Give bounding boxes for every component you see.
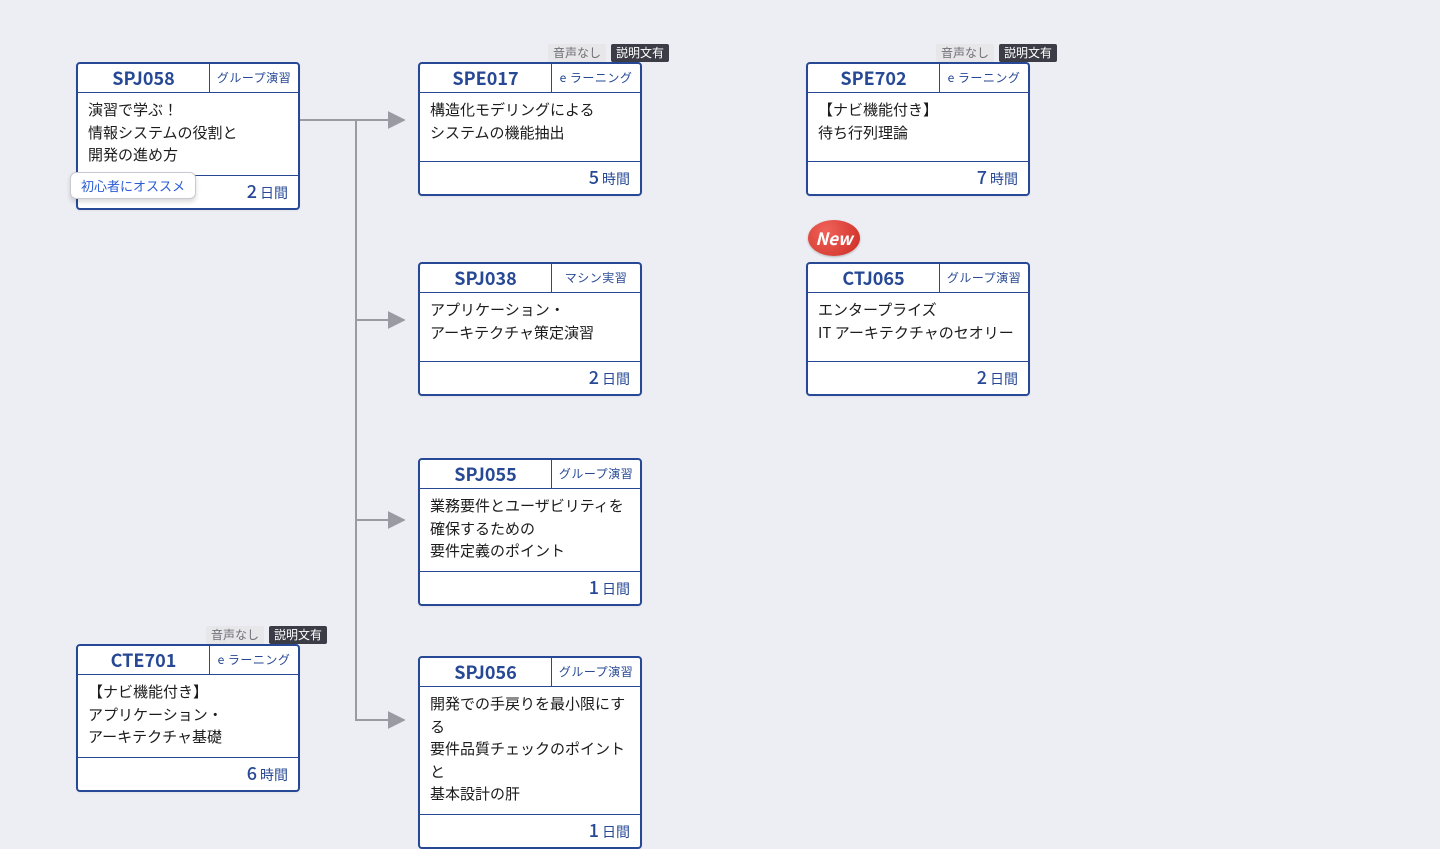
course-duration: 2 日間 — [808, 361, 1028, 394]
duration-number: 6 — [247, 760, 257, 786]
new-badge: New — [808, 220, 860, 256]
course-card-spj056[interactable]: SPJ056 グループ演習 開発での手戻りを最小限にする要件品質チェックのポイン… — [418, 656, 642, 849]
course-duration: 6 時間 — [78, 757, 298, 790]
duration-unit: 日間 — [602, 579, 630, 599]
course-code: SPJ056 — [420, 658, 551, 686]
duration-number: 2 — [977, 364, 987, 390]
course-title: 構造化モデリングによるシステムの機能抽出 — [420, 93, 640, 161]
course-duration: 1 日間 — [420, 571, 640, 604]
course-title: 【ナビ機能付き】待ち行列理論 — [808, 93, 1028, 161]
card-header: SPJ056 グループ演習 — [420, 658, 640, 687]
duration-unit: 日間 — [602, 822, 630, 842]
card-header: SPJ058 グループ演習 — [78, 64, 298, 93]
audio-off-badge: 音声なし — [936, 44, 994, 62]
recommended-badge: 初心者にオススメ — [70, 172, 196, 199]
course-type-tag: マシン実習 — [551, 264, 640, 292]
duration-unit: 時間 — [602, 169, 630, 189]
card-top-badges: 音声なし 説明文有 — [548, 44, 669, 62]
course-duration: 1 日間 — [420, 814, 640, 847]
course-title: アプリケーション・アーキテクチャ策定演習 — [420, 293, 640, 361]
card-top-badges: 音声なし 説明文有 — [206, 626, 327, 644]
course-code: SPJ038 — [420, 264, 551, 292]
desc-on-badge: 説明文有 — [269, 626, 327, 644]
duration-unit: 日間 — [260, 183, 288, 203]
course-title: 開発での手戻りを最小限にする要件品質チェックのポイントと基本設計の肝 — [420, 687, 640, 814]
duration-unit: 時間 — [990, 169, 1018, 189]
course-code: SPE702 — [808, 64, 939, 92]
diagram-canvas: SPJ058 グループ演習 演習で学ぶ！情報システムの役割と開発の進め方 2 日… — [0, 0, 1440, 830]
course-title: 【ナビ機能付き】アプリケーション・アーキテクチャ基礎 — [78, 675, 298, 757]
course-card-cte701[interactable]: CTE701 e ラーニング 【ナビ機能付き】アプリケーション・アーキテクチャ基… — [76, 644, 300, 792]
duration-unit: 日間 — [602, 369, 630, 389]
duration-number: 2 — [247, 178, 257, 204]
course-duration: 2 日間 — [420, 361, 640, 394]
course-type-tag: グループ演習 — [939, 264, 1028, 292]
course-duration: 5 時間 — [420, 161, 640, 194]
audio-off-badge: 音声なし — [206, 626, 264, 644]
duration-unit: 日間 — [990, 369, 1018, 389]
course-code: SPJ055 — [420, 460, 551, 488]
card-header: SPE017 e ラーニング — [420, 64, 640, 93]
course-card-spe702[interactable]: SPE702 e ラーニング 【ナビ機能付き】待ち行列理論 7 時間 — [806, 62, 1030, 196]
duration-number: 2 — [589, 364, 599, 390]
course-card-spj055[interactable]: SPJ055 グループ演習 業務要件とユーザビリティを確保するための要件定義のポ… — [418, 458, 642, 606]
duration-number: 1 — [589, 574, 599, 600]
course-card-ctj065[interactable]: CTJ065 グループ演習 エンタープライズIT アーキテクチャのセオリー 2 … — [806, 262, 1030, 396]
card-header: CTJ065 グループ演習 — [808, 264, 1028, 293]
course-code: SPE017 — [420, 64, 551, 92]
course-title: 演習で学ぶ！情報システムの役割と開発の進め方 — [78, 93, 298, 175]
desc-on-badge: 説明文有 — [611, 44, 669, 62]
course-type-tag: グループ演習 — [551, 658, 640, 686]
card-header: SPE702 e ラーニング — [808, 64, 1028, 93]
card-header: SPJ038 マシン実習 — [420, 264, 640, 293]
desc-on-badge: 説明文有 — [999, 44, 1057, 62]
course-code: SPJ058 — [78, 64, 209, 92]
duration-number: 7 — [977, 164, 987, 190]
course-title: エンタープライズIT アーキテクチャのセオリー — [808, 293, 1028, 361]
duration-unit: 時間 — [260, 765, 288, 785]
course-code: CTJ065 — [808, 264, 939, 292]
duration-number: 5 — [589, 164, 599, 190]
card-header: SPJ055 グループ演習 — [420, 460, 640, 489]
course-type-tag: e ラーニング — [209, 646, 298, 674]
course-type-tag: e ラーニング — [551, 64, 640, 92]
course-title: 業務要件とユーザビリティを確保するための要件定義のポイント — [420, 489, 640, 571]
course-card-spj038[interactable]: SPJ038 マシン実習 アプリケーション・アーキテクチャ策定演習 2 日間 — [418, 262, 642, 396]
course-type-tag: グループ演習 — [551, 460, 640, 488]
course-code: CTE701 — [78, 646, 209, 674]
card-top-badges: 音声なし 説明文有 — [936, 44, 1057, 62]
card-header: CTE701 e ラーニング — [78, 646, 298, 675]
course-card-spe017[interactable]: SPE017 e ラーニング 構造化モデリングによるシステムの機能抽出 5 時間 — [418, 62, 642, 196]
course-duration: 7 時間 — [808, 161, 1028, 194]
course-type-tag: グループ演習 — [209, 64, 298, 92]
course-type-tag: e ラーニング — [939, 64, 1028, 92]
audio-off-badge: 音声なし — [548, 44, 606, 62]
